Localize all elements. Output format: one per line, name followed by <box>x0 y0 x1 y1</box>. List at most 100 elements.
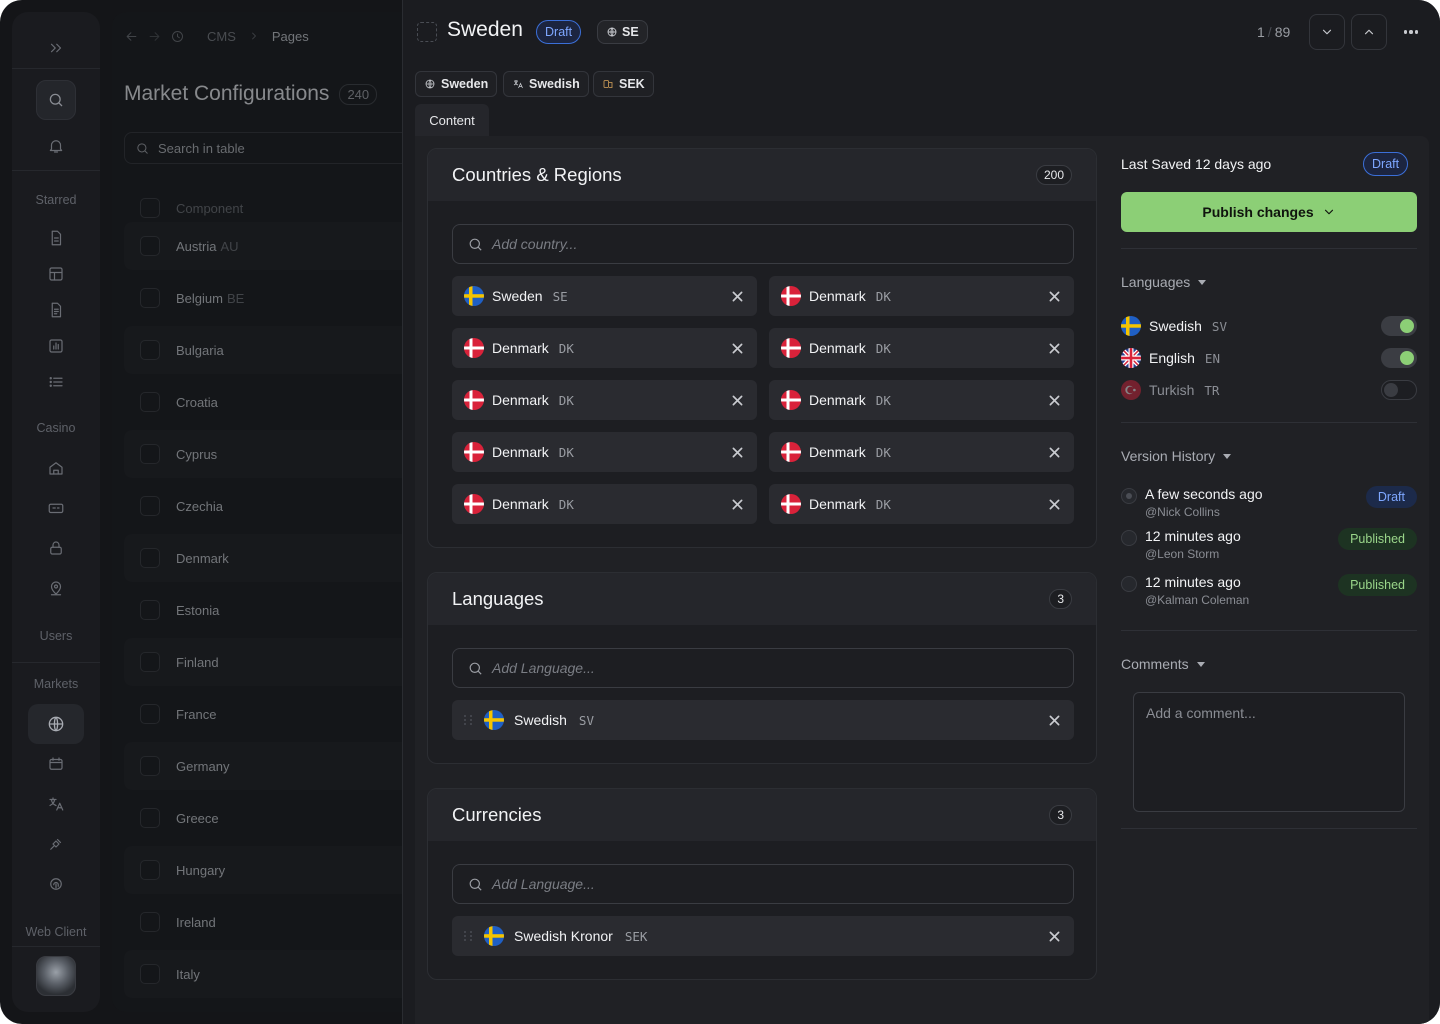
file-text-icon[interactable] <box>44 298 68 322</box>
list-item[interactable]: Cyprus <box>124 430 402 478</box>
table-icon[interactable] <box>44 262 68 286</box>
version-radio[interactable] <box>1121 488 1137 504</box>
next-item-button[interactable] <box>1309 14 1345 50</box>
row-checkbox[interactable] <box>140 236 160 256</box>
add-currency-input[interactable]: Add Language... <box>452 864 1074 904</box>
list-item[interactable]: Czechia <box>124 482 402 530</box>
document-icon[interactable] <box>44 226 68 250</box>
tag-language[interactable]: Swedish <box>503 71 589 97</box>
list-item[interactable]: France <box>124 690 402 738</box>
row-checkbox[interactable] <box>140 912 160 932</box>
row-checkbox[interactable] <box>140 756 160 776</box>
list-item[interactable]: Estonia <box>124 586 402 634</box>
ticket-icon[interactable] <box>44 496 68 520</box>
list-item[interactable]: Greece <box>124 794 402 842</box>
select-all-checkbox[interactable] <box>140 198 160 218</box>
chip[interactable]: Denmark DK <box>769 484 1074 524</box>
list-icon[interactable] <box>44 370 68 394</box>
remove-button[interactable] <box>1046 340 1062 356</box>
search-input[interactable]: Search in table <box>124 132 402 164</box>
tab-content[interactable]: Content <box>415 104 489 136</box>
language-toggle[interactable] <box>1381 316 1417 336</box>
previous-item-button[interactable] <box>1351 14 1387 50</box>
remove-button[interactable] <box>1046 444 1062 460</box>
lock-icon[interactable] <box>44 536 68 560</box>
remove-button[interactable] <box>729 288 745 304</box>
list-item[interactable]: Finland <box>124 638 402 686</box>
languages-section-toggle[interactable]: Languages <box>1121 274 1207 290</box>
row-checkbox[interactable] <box>140 392 160 412</box>
language-toggle[interactable] <box>1381 380 1417 400</box>
comment-input[interactable]: Add a comment... <box>1133 692 1405 812</box>
more-options-icon[interactable] <box>1399 22 1423 42</box>
tag-currency[interactable]: SEK <box>593 71 654 97</box>
remove-button[interactable] <box>1046 496 1062 512</box>
list-item[interactable]: Bulgaria <box>124 326 402 374</box>
row-checkbox[interactable] <box>140 964 160 984</box>
expand-icon[interactable] <box>44 36 68 60</box>
version-radio[interactable] <box>1121 576 1137 592</box>
version-item[interactable]: 12 minutes ago @Kalman Coleman Published <box>1121 574 1417 614</box>
list-item[interactable]: Ireland <box>124 898 402 946</box>
chip[interactable]: Denmark DK <box>769 432 1074 472</box>
row-checkbox[interactable] <box>140 704 160 724</box>
version-item[interactable]: A few seconds ago @Nick Collins Draft <box>1121 486 1417 526</box>
location-icon[interactable] <box>44 576 68 600</box>
add-language-input[interactable]: Add Language... <box>452 648 1074 688</box>
avatar[interactable] <box>36 956 76 996</box>
calendar-icon[interactable] <box>44 752 68 776</box>
list-item[interactable]: Croatia <box>124 378 402 426</box>
remove-button[interactable] <box>729 496 745 512</box>
add-country-input[interactable]: Add country... <box>452 224 1074 264</box>
remove-button[interactable] <box>729 340 745 356</box>
list-item[interactable]: Hungary <box>124 846 402 894</box>
row-checkbox[interactable] <box>140 340 160 360</box>
home-icon[interactable] <box>44 456 68 480</box>
chip[interactable]: Denmark DK <box>769 276 1074 316</box>
chip[interactable]: Denmark DK <box>452 432 757 472</box>
back-icon[interactable] <box>124 29 139 44</box>
drag-handle-icon[interactable] <box>464 928 474 944</box>
fullscreen-icon[interactable] <box>417 22 437 42</box>
tag-market[interactable]: Sweden <box>415 71 498 97</box>
chip[interactable]: Denmark DK <box>452 328 757 368</box>
forward-icon[interactable] <box>147 29 162 44</box>
chip[interactable]: Denmark DK <box>452 484 757 524</box>
chip[interactable]: Denmark DK <box>452 380 757 420</box>
remove-button[interactable] <box>1046 712 1062 728</box>
list-item[interactable]: Austria AU <box>124 222 402 270</box>
list-item[interactable]: Germany <box>124 742 402 790</box>
row-checkbox[interactable] <box>140 444 160 464</box>
markets-nav-button[interactable] <box>28 704 84 744</box>
drag-handle-icon[interactable] <box>464 712 474 728</box>
row-checkbox[interactable] <box>140 808 160 828</box>
history-icon[interactable] <box>170 29 185 44</box>
remove-button[interactable] <box>729 444 745 460</box>
chip[interactable]: Sweden SE <box>452 276 757 316</box>
bar-chart-icon[interactable] <box>44 334 68 358</box>
remove-button[interactable] <box>1046 928 1062 944</box>
remove-button[interactable] <box>1046 392 1062 408</box>
version-item[interactable]: 12 minutes ago @Leon Storm Published <box>1121 528 1417 568</box>
breadcrumb-cms[interactable]: CMS <box>207 29 236 44</box>
list-item[interactable]: Belgium BE <box>124 274 402 322</box>
list-item[interactable]: Denmark <box>124 534 402 582</box>
row-checkbox[interactable] <box>140 860 160 880</box>
remove-button[interactable] <box>1046 288 1062 304</box>
chip[interactable]: Denmark DK <box>769 380 1074 420</box>
bell-icon[interactable] <box>44 134 68 158</box>
version-history-toggle[interactable]: Version History <box>1121 448 1232 464</box>
comments-section-toggle[interactable]: Comments <box>1121 656 1205 672</box>
search-button[interactable] <box>36 80 76 120</box>
row-checkbox[interactable] <box>140 652 160 672</box>
remove-button[interactable] <box>729 392 745 408</box>
language-toggle[interactable] <box>1381 348 1417 368</box>
row-checkbox[interactable] <box>140 548 160 568</box>
publish-button[interactable]: Publish changes <box>1121 192 1417 232</box>
chip[interactable]: Swedish SV <box>452 700 1074 740</box>
breadcrumb-pages[interactable]: Pages <box>272 29 309 44</box>
row-checkbox[interactable] <box>140 600 160 620</box>
fingerprint-icon[interactable] <box>44 872 68 896</box>
translate-icon[interactable] <box>44 792 68 816</box>
list-item[interactable]: Italy <box>124 950 402 998</box>
